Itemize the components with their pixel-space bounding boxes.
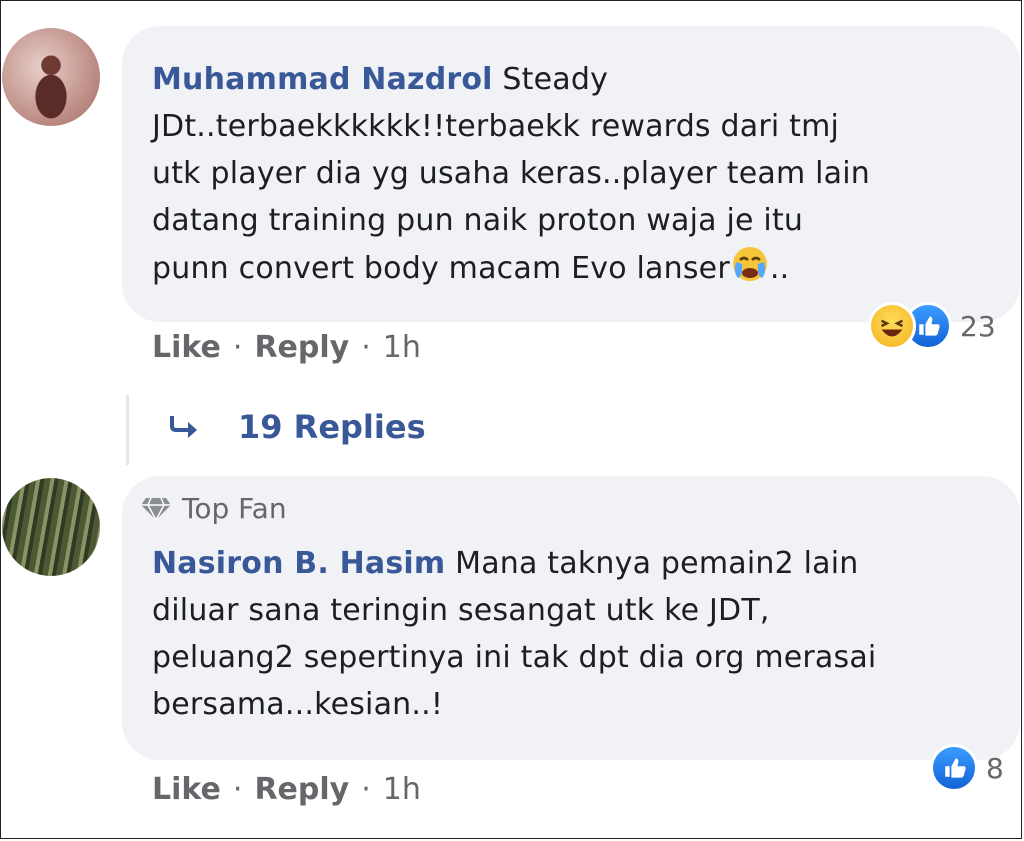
reaction-summary[interactable]: 8 (930, 744, 1004, 792)
crying-face-emoji (732, 247, 767, 281)
comment-actions: Like · Reply · 1h (152, 330, 421, 365)
separator-dot: · (361, 772, 371, 807)
comment-text-line: punn convert body macam Evo lanser (152, 251, 730, 286)
haha-reaction-icon (868, 302, 916, 350)
reply-link[interactable]: Reply (254, 772, 349, 807)
thread-line (126, 395, 129, 465)
like-link[interactable]: Like (152, 330, 221, 365)
comment-text-line: diluar sana teringin sesangat utk ke JDT… (152, 593, 770, 628)
comment-text-line: datang training pun naik proton waja je … (152, 203, 804, 238)
author-name[interactable]: Nasiron B. Hasim (152, 546, 445, 581)
badge-label: Top Fan (182, 492, 287, 525)
comment-text-line: bersama...kesian..! (152, 687, 444, 722)
reaction-count: 8 (986, 751, 1004, 785)
author-name[interactable]: Muhammad Nazdrol (152, 62, 493, 97)
view-replies-link[interactable]: 19 Replies (168, 408, 426, 446)
diamond-icon (141, 497, 171, 520)
comment-text-line: JDt..terbaekkkkkk!!terbaekk rewards dari… (152, 109, 840, 144)
comment-actions: Like · Reply · 1h (152, 772, 421, 807)
reply-arrow-icon (170, 416, 197, 438)
reaction-summary[interactable]: 23 (868, 302, 996, 350)
separator-dot: · (361, 330, 371, 365)
separator-dot: · (232, 772, 243, 807)
replies-count-label: 19 Replies (238, 408, 426, 446)
comment-text-line: peluang2 sepertinya ini tak dpt dia org … (152, 640, 877, 675)
timestamp[interactable]: 1h (383, 330, 421, 365)
like-link[interactable]: Like (152, 772, 221, 807)
avatar[interactable] (2, 478, 100, 576)
separator-dot: · (232, 330, 243, 365)
avatar[interactable] (2, 28, 100, 126)
comment-text-line: utk player dia yg usaha keras..player te… (152, 156, 870, 191)
like-reaction-icon (930, 744, 978, 792)
top-fan-badge: Top Fan (140, 492, 287, 525)
comment-body: Nasiron B. Hasim Mana taknya pemain2 lai… (152, 540, 876, 728)
reply-link[interactable]: Reply (254, 330, 349, 365)
timestamp[interactable]: 1h (383, 772, 421, 807)
comment-body: Muhammad Nazdrol Steady JDt..terbaekkkkk… (152, 62, 870, 286)
reaction-count: 23 (960, 309, 996, 343)
